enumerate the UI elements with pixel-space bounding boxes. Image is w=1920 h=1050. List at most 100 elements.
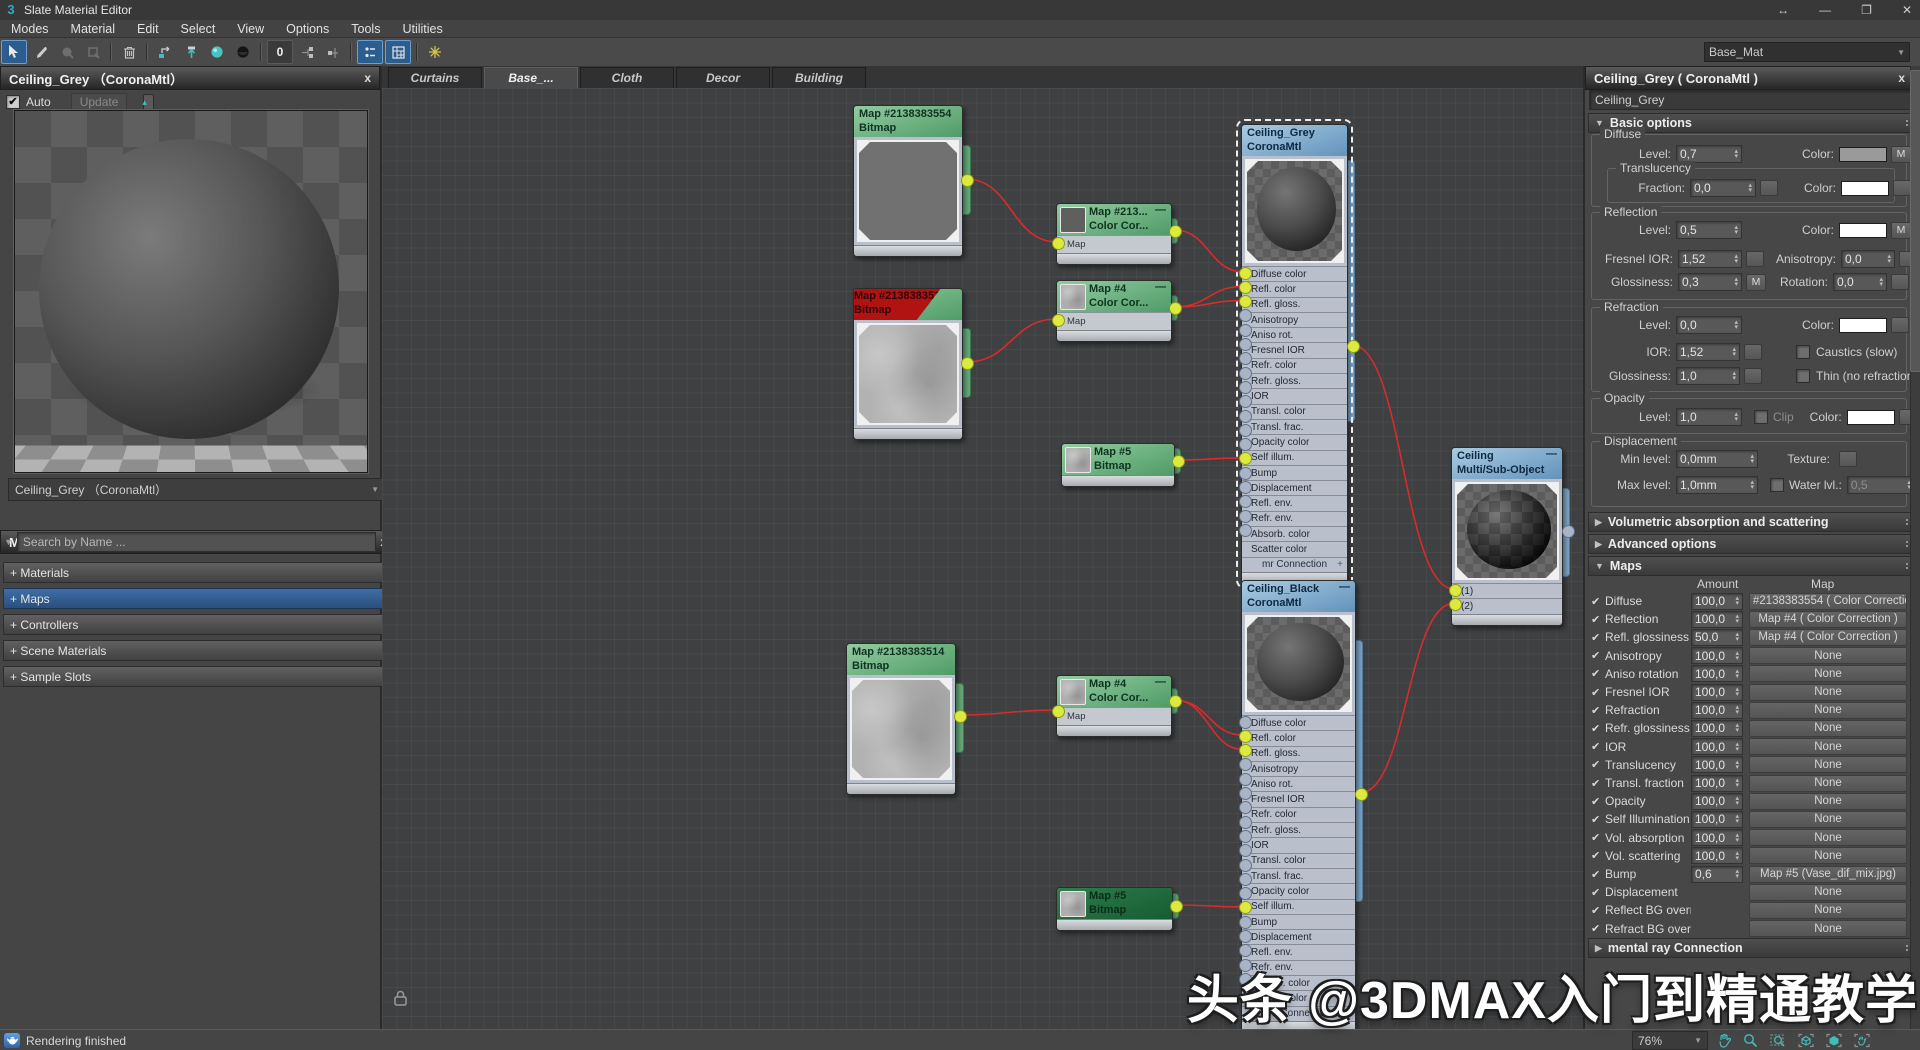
slot-input-socket[interactable]	[1239, 438, 1252, 451]
menu-material[interactable]: Material	[60, 22, 126, 36]
map-input-socket[interactable]	[1052, 237, 1065, 250]
map-enable-checkbox[interactable]: ✔	[1591, 631, 1605, 644]
fresnel-map-button[interactable]	[1746, 251, 1764, 267]
refraction-glossiness-spinner[interactable]: 1,0▴▾	[1676, 367, 1740, 385]
material-output-socket[interactable]	[1355, 788, 1368, 801]
map-slot-button[interactable]: None	[1749, 829, 1907, 846]
maximize-icon[interactable]: ❐	[1861, 3, 1872, 17]
output-socket[interactable]	[1169, 302, 1182, 315]
auto-checkbox[interactable]: ✔	[6, 95, 20, 109]
node-map5[interactable]: Map #5Bitmap	[1061, 443, 1175, 487]
minimize-icon[interactable]: —	[1819, 3, 1831, 17]
preview-panel-header[interactable]: Ceiling_Grey （CoronaMtl） x	[0, 66, 380, 90]
reflection-color-swatch[interactable]	[1839, 223, 1887, 238]
material-name-field[interactable]: Ceiling_Grey	[1589, 90, 1919, 110]
slot-bump[interactable]: Bump	[1242, 465, 1347, 480]
node-header[interactable]: Map #2138383554Bitmap	[854, 106, 962, 137]
collapse-icon[interactable]: —	[1339, 581, 1350, 593]
close-icon[interactable]: x	[1898, 71, 1905, 85]
zoom-region-icon[interactable]	[1768, 1031, 1788, 1049]
slot-input-socket[interactable]	[1239, 758, 1252, 771]
incoming-connections-icon[interactable]	[295, 41, 319, 63]
pan-hand-icon[interactable]	[1714, 1031, 1734, 1049]
rotation-map-button[interactable]	[1891, 274, 1909, 290]
tab-curtains[interactable]: Curtains	[388, 67, 482, 88]
map-enable-checkbox[interactable]: ✔	[1591, 722, 1605, 735]
map-amount-spinner[interactable]: 100,0▴▾	[1691, 665, 1743, 682]
min-level-spinner[interactable]: 0,0mm▴▾	[1676, 450, 1758, 468]
texture-map-button[interactable]	[1839, 451, 1857, 467]
menu-select[interactable]: Select	[170, 22, 227, 36]
map-input-slot[interactable]: Map	[1057, 707, 1171, 725]
slot-refrcolor[interactable]: Refr. color	[1242, 807, 1355, 822]
slot-translcolor[interactable]: Transl. color	[1242, 404, 1347, 419]
translucency-color-swatch[interactable]	[1841, 181, 1889, 196]
slot-input-socket[interactable]	[1239, 510, 1252, 523]
collapse-icon[interactable]: —	[1155, 281, 1166, 293]
slot-input-socket[interactable]	[1239, 944, 1252, 957]
material-output-socket[interactable]	[1347, 340, 1360, 353]
slot-diffusecolor[interactable]: Diffuse color	[1242, 266, 1347, 281]
put-material-icon[interactable]	[81, 41, 105, 63]
title-bar[interactable]: 3 Slate Material Editor ↔ — ❐ ✕	[0, 0, 1920, 20]
slot-translfrac[interactable]: Transl. frac.	[1242, 868, 1355, 883]
slot-translcolor[interactable]: Transl. color	[1242, 853, 1355, 868]
outgoing-connections-icon[interactable]	[321, 41, 345, 63]
slot-fresnelior[interactable]: Fresnel IOR	[1242, 791, 1355, 806]
slot-input-socket[interactable]	[1239, 481, 1252, 494]
output-socket[interactable]	[954, 710, 967, 723]
diffuse-map-m-button[interactable]: M	[1891, 146, 1911, 163]
map-amount-spinner[interactable]: 100,0▴▾	[1691, 847, 1743, 864]
translucency-color-map-button[interactable]	[1893, 180, 1911, 196]
output-socket[interactable]	[961, 174, 974, 187]
slot-input-socket[interactable]	[1239, 859, 1252, 872]
output-socket[interactable]	[1170, 900, 1183, 913]
slot-input-socket[interactable]	[1239, 816, 1252, 829]
slot-input-socket[interactable]	[1239, 830, 1252, 843]
node-cc4b[interactable]: Map #4Color Cor...—Map	[1056, 675, 1172, 737]
chevron-down-icon[interactable]: ▼	[1694, 1036, 1702, 1045]
hide-unused-nodeslots-icon[interactable]	[357, 40, 383, 64]
map-enable-checkbox[interactable]: ✔	[1591, 813, 1605, 826]
map-amount-spinner[interactable]: 100,0▴▾	[1691, 611, 1743, 628]
slot-input-socket[interactable]	[1239, 773, 1252, 786]
node-header[interactable]: Map #5Bitmap	[1062, 444, 1174, 475]
slot-input-socket[interactable]	[1239, 495, 1252, 508]
browser-category[interactable]: + Controllers	[3, 614, 391, 635]
slot-input-socket[interactable]	[1239, 367, 1252, 380]
node-map514[interactable]: Map #2138383514Bitmap	[853, 288, 963, 440]
show-background-sphere-icon[interactable]	[231, 41, 255, 63]
node-multisub[interactable]: CeilingMulti/Sub-Object—(1)(2)	[1451, 447, 1563, 626]
output-socket[interactable]	[1169, 225, 1182, 238]
map-input-slot[interactable]: Map	[1057, 312, 1171, 330]
zoom-level-dropdown[interactable]: 76% ▼	[1632, 1031, 1708, 1050]
fresnel-ior-spinner[interactable]: 1,52▴▾	[1678, 250, 1742, 268]
slot-input-socket[interactable]	[1239, 887, 1252, 900]
node-map5b[interactable]: Map #5Bitmap	[1056, 887, 1173, 931]
map-amount-spinner[interactable]: 0,6▴▾	[1691, 866, 1743, 883]
node-header[interactable]: Ceiling_BlackCoronaMtl—	[1242, 581, 1355, 612]
map-enable-checkbox[interactable]: ✔	[1591, 886, 1605, 899]
water-level-checkbox[interactable]	[1770, 478, 1784, 492]
slot-input-socket[interactable]	[1239, 395, 1252, 408]
slot-reflcolor[interactable]: Refl. color	[1242, 730, 1355, 745]
panel-scrollbar[interactable]	[1910, 66, 1920, 1029]
refraction-color-swatch[interactable]	[1839, 318, 1887, 333]
opacity-color-swatch[interactable]	[1847, 410, 1895, 425]
slot-reflenv[interactable]: Refl. env.	[1242, 495, 1347, 510]
slot-ior[interactable]: IOR	[1242, 837, 1355, 852]
node-map554[interactable]: Map #2138383554Bitmap	[853, 105, 963, 257]
map-amount-spinner[interactable]: 100,0▴▾	[1691, 684, 1743, 701]
slot-refrgloss[interactable]: Refr. gloss.	[1242, 373, 1347, 388]
tab-cloth[interactable]: Cloth	[580, 67, 674, 88]
parameters-panel-header[interactable]: Ceiling_Grey ( CoronaMtl ) x	[1585, 66, 1920, 90]
collapse-icon[interactable]: —	[1155, 204, 1166, 216]
assign-material-icon[interactable]	[55, 41, 79, 63]
move-children-icon[interactable]	[153, 41, 177, 63]
map-enable-checkbox[interactable]: ✔	[1591, 740, 1605, 753]
anisotropy-spinner[interactable]: 0,0▴▾	[1841, 250, 1895, 268]
eyedropper-icon[interactable]	[29, 41, 53, 63]
section-advanced[interactable]: ▶ Advanced options	[1588, 534, 1920, 554]
slot-input-socket[interactable]	[1239, 801, 1252, 814]
slot-input-socket[interactable]	[1239, 352, 1252, 365]
